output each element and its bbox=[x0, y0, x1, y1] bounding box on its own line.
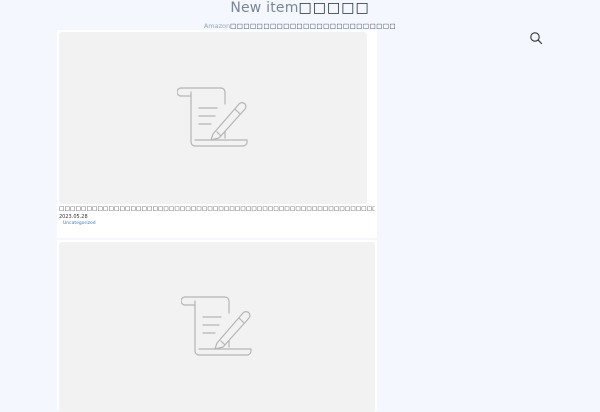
post-thumbnail[interactable] bbox=[59, 242, 375, 412]
site-tagline: Amazon□□□□□□□□□□□□□□□□□□□□□□□□□ bbox=[0, 22, 600, 30]
document-pen-icon bbox=[177, 87, 248, 147]
tagline-text: Amazon bbox=[203, 22, 231, 30]
post-title[interactable]: □□□□□□□□□□□□□□□□□□□□□□□□□□□□□□□□□□□□□□□□… bbox=[59, 206, 375, 212]
post-card[interactable] bbox=[57, 240, 377, 412]
post-card[interactable]: □□□□□□□□□□□□□□□□□□□□□□□□□□□□□□□□□□□□□□□□… bbox=[57, 30, 377, 238]
post-date: 2023.05.28 bbox=[59, 214, 88, 220]
post-category-link[interactable]: Uncategorized bbox=[63, 221, 96, 226]
search-button[interactable] bbox=[529, 30, 543, 45]
site-title[interactable]: New item□□□□□ bbox=[0, 0, 600, 16]
document-pen-icon bbox=[181, 296, 252, 356]
tagline-glyphs: □□□□□□□□□□□□□□□□□□□□□□□□□ bbox=[230, 22, 397, 30]
search-icon bbox=[530, 32, 543, 45]
site-title-text: New item bbox=[230, 0, 299, 16]
site-title-glyphs: □□□□□ bbox=[298, 0, 370, 16]
post-thumbnail[interactable] bbox=[59, 32, 367, 204]
